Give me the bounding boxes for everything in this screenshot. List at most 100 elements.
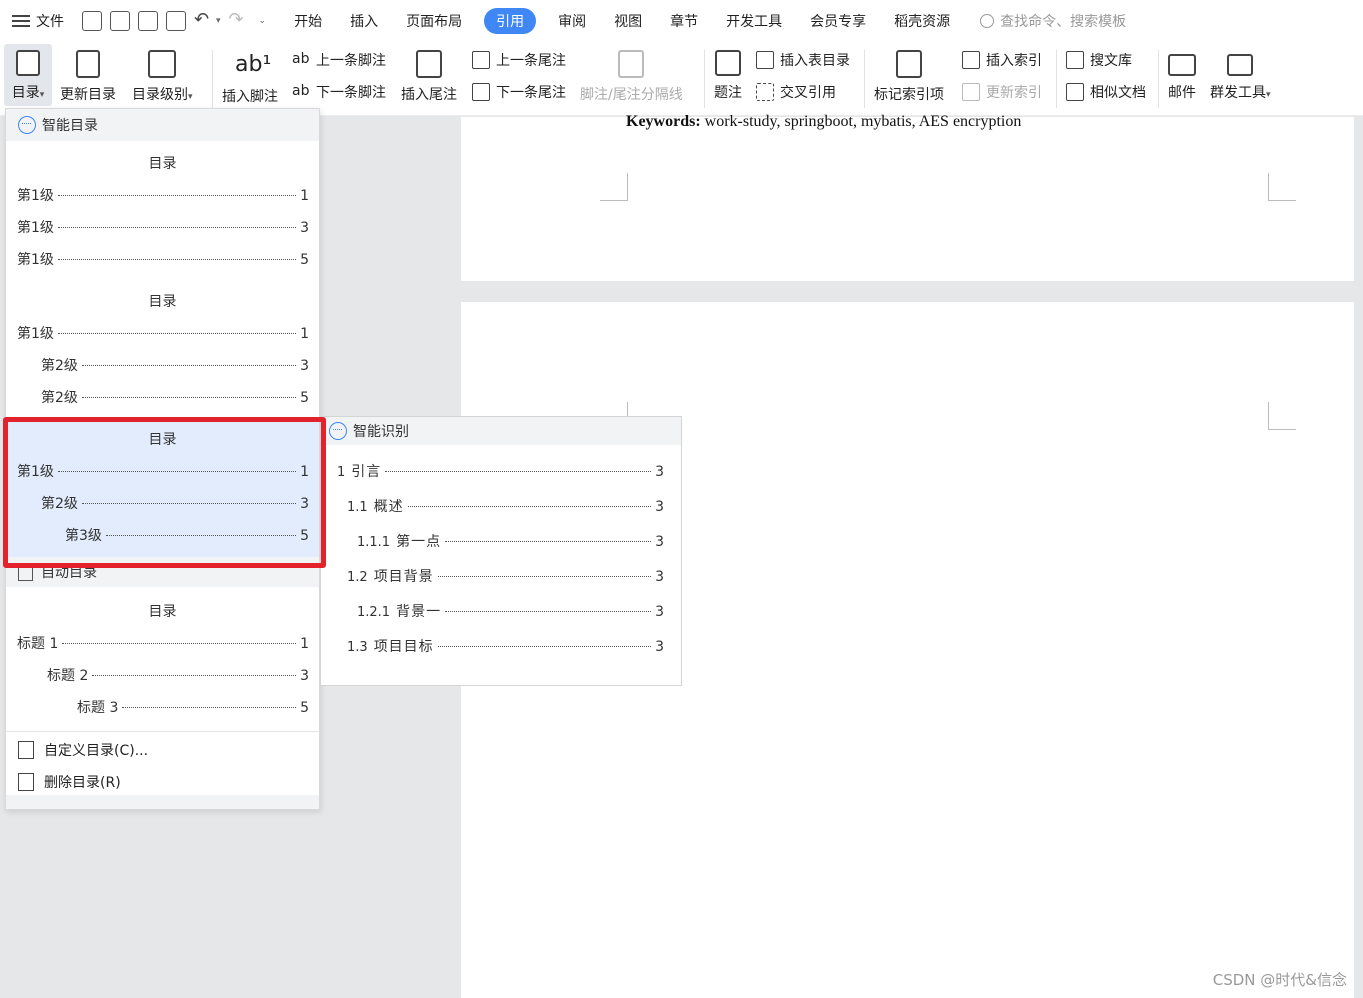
tab-member[interactable]: 会员专享 [810,11,866,31]
toc-preset-2[interactable]: 目录 第1级 1 第2级 3 第2级 5 [6,279,319,417]
preset-title: 目录 [148,604,177,620]
tab-docer[interactable]: 稻壳资源 [894,11,950,31]
caption-label: 题注 [714,85,742,101]
ribbon-divider [1158,50,1159,108]
preset-line: 第3级 5 [65,528,309,544]
mark-index-label: 标记索引项 [874,87,944,103]
custom-toc-item[interactable]: 自定义目录(C)... [18,740,148,760]
document-page-1[interactable] [461,117,1354,281]
insert-figure-toc-label: 插入表目录 [780,53,850,69]
update-index-icon [962,83,980,101]
custom-toc-icon [18,741,34,759]
customize-dropdown-icon[interactable]: ⌄ [259,16,267,26]
toc-level-button[interactable]: 目录级别▾ [132,44,193,104]
update-index-label: 更新索引 [986,85,1042,101]
preset-line: 标题 23 [47,668,309,684]
preset-line: 第2级 3 [41,496,309,512]
print-icon[interactable] [138,11,158,31]
next-endnote-label: 下一条尾注 [496,85,566,101]
tab-section[interactable]: 章节 [670,11,698,31]
caption-button[interactable]: 题注 [714,44,742,102]
search-library-icon [1066,51,1084,69]
watermark: CSDN @时代&信念 [1212,971,1347,989]
tab-review[interactable]: 审阅 [558,11,586,31]
tab-insert[interactable]: 插入 [350,11,378,31]
search-library-button[interactable]: 搜文库 [1066,50,1132,70]
insert-index-button[interactable]: 插入索引 [962,50,1042,70]
smart-recognition-icon [329,422,347,440]
preset-line: 标题 11 [17,636,309,652]
prev-endnote-icon [472,51,490,69]
update-toc-button[interactable]: 更新目录 [60,44,116,104]
insert-index-icon [962,51,980,69]
note-separator-label: 脚注/尾注分隔线 [580,87,683,103]
search-placeholder: 查找命令、搜索模板 [1000,14,1127,30]
mark-index-icon [896,50,922,78]
auto-toc-header-label: 自动目录 [41,565,97,581]
submenu-line: 1.1 概述 3 [347,499,664,515]
similar-docs-label: 相似文档 [1090,85,1146,101]
insert-footnote-button[interactable]: ab¹ 插入脚注 [222,44,278,106]
note-separator-icon [618,50,645,78]
keywords-line: Keywords: work-study, springboot, mybati… [626,113,1021,131]
ribbon-divider [212,50,213,108]
print-preview-icon[interactable] [166,11,186,31]
file-menu[interactable]: 文件 [0,11,82,31]
keywords-value: work-study, springboot, mybatis, AES enc… [700,113,1022,130]
mark-index-button[interactable]: 标记索引项 [874,44,944,104]
prev-footnote-icon: ab [292,51,310,69]
save-icon[interactable] [82,11,102,31]
page-corner-mark [1268,402,1296,430]
insert-endnote-button[interactable]: 插入尾注 [401,44,457,104]
prev-footnote-label: 上一条脚注 [316,53,386,69]
next-footnote-label: 下一条脚注 [316,85,386,101]
prev-endnote-button[interactable]: 上一条尾注 [472,50,566,70]
command-search[interactable]: 查找命令、搜索模板 [980,11,1126,31]
toc-icon [16,50,40,76]
smart-toc-header: 智能目录 [6,109,319,141]
ribbon-divider [864,50,865,108]
tab-references[interactable]: 引用 [484,8,537,34]
next-footnote-button[interactable]: ab 下一条脚注 [292,82,386,102]
toc-button-label: 目录 [11,85,40,101]
preset-line: 第1级 3 [17,220,309,236]
endnote-icon [416,50,442,78]
insert-index-label: 插入索引 [986,53,1042,69]
toc-auto-preset[interactable]: 目录 标题 11 标题 23 标题 35 [6,587,319,729]
submenu-line: 1.3 项目目标 3 [347,639,664,655]
update-index-button[interactable]: 更新索引 [962,82,1042,102]
group-tools-button[interactable]: 群发工具▾ [1210,44,1271,102]
menu-footer [6,795,319,809]
cross-reference-button[interactable]: 交叉引用 [756,82,836,102]
toc-preset-3[interactable]: 目录 第1级 1 第2级 3 第3级 5 [6,417,319,557]
delete-toc-item[interactable]: 删除目录(R) [18,772,121,792]
insert-figure-toc-button[interactable]: 插入表目录 [756,50,850,70]
redo-icon[interactable]: ↷ [229,11,249,31]
toc-preset-1[interactable]: 目录 第1级 1 第1级 3 第1级 5 [6,141,319,279]
tab-page-layout[interactable]: 页面布局 [406,11,462,31]
update-toc-label: 更新目录 [60,87,116,103]
tab-home[interactable]: 开始 [294,11,322,31]
prev-footnote-button[interactable]: ab 上一条脚注 [292,50,386,70]
note-separator-button[interactable]: 脚注/尾注分隔线 [580,44,683,104]
submenu-line: 1 引言 3 [337,464,664,480]
smart-recognition-header-label: 智能识别 [353,424,409,440]
next-endnote-button[interactable]: 下一条尾注 [472,82,566,102]
ribbon-divider [704,50,705,108]
smart-recognition-submenu[interactable]: 智能识别 1 引言 3 1.1 概述 3 1.1.1 第一点 3 1.2 项目背景 3 1.2.… [320,416,682,686]
custom-toc-label: 自定义目录(C)... [44,743,149,759]
search-library-label: 搜文库 [1090,53,1132,69]
undo-dropdown-icon[interactable]: ▾ [216,16,221,26]
insert-endnote-label: 插入尾注 [401,87,457,103]
tab-developer[interactable]: 开发工具 [726,11,782,31]
preset-title: 目录 [148,294,177,310]
undo-icon[interactable]: ↶ [194,11,214,31]
toc-level-label: 目录级别 [132,87,188,103]
similar-docs-button[interactable]: 相似文档 [1066,82,1146,102]
mail-button[interactable]: 邮件 [1168,44,1196,102]
tab-view[interactable]: 视图 [614,11,642,31]
caption-icon [715,50,741,76]
insert-footnote-label: 插入脚注 [222,89,278,105]
export-icon[interactable] [110,11,130,31]
toc-button[interactable]: 目录▾ [4,44,52,106]
